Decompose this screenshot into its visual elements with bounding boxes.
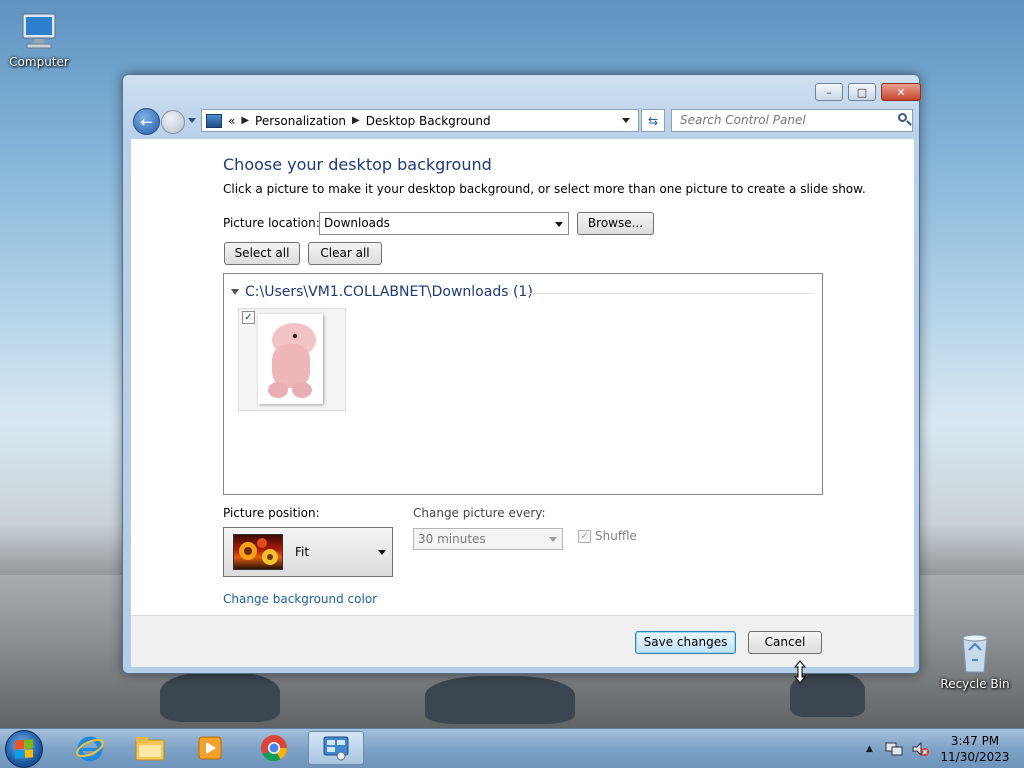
network-icon[interactable] xyxy=(885,741,903,757)
taskbar-clock[interactable]: 3:47 PM 11/30/2023 xyxy=(936,733,1014,765)
page-description: Click a picture to make it your desktop … xyxy=(223,182,866,196)
chevron-down-icon xyxy=(378,550,386,555)
change-background-color-link[interactable]: Change background color xyxy=(223,592,377,606)
close-icon: ✕ xyxy=(896,85,906,99)
picture-position-label: Picture position: xyxy=(223,506,320,520)
picture-position-value: Fit xyxy=(295,545,310,559)
forward-button[interactable] xyxy=(161,110,185,134)
breadcrumb-separator-icon[interactable]: ▶ xyxy=(241,115,249,126)
breadcrumb-personalization[interactable]: Personalization xyxy=(255,114,346,128)
volume-muted-icon[interactable] xyxy=(911,741,929,757)
wallpaper-rock xyxy=(425,676,575,724)
shuffle-option[interactable]: ✓ Shuffle xyxy=(578,529,637,543)
internet-explorer-icon xyxy=(76,736,104,762)
maximize-icon: □ xyxy=(856,85,868,99)
picture-gallery[interactable]: C:\Users\VM1.COLLABNET\Downloads (1) ✓ xyxy=(223,273,823,495)
start-button[interactable] xyxy=(5,730,43,768)
taskbar-control-panel[interactable] xyxy=(308,731,364,765)
desktop-icon-label: Computer xyxy=(9,55,69,69)
maximize-button[interactable]: □ xyxy=(848,83,876,101)
breadcrumb-desktop-background[interactable]: Desktop Background xyxy=(366,114,491,128)
desktop-icon-computer[interactable]: Computer xyxy=(4,12,74,69)
content-pane: Choose your desktop background Click a p… xyxy=(131,139,914,615)
picture-location-value: Downloads xyxy=(324,216,390,230)
desktop-icon-label: Recycle Bin xyxy=(940,677,1010,691)
picture-image xyxy=(258,314,323,404)
recycle-bin-icon xyxy=(962,634,988,673)
system-tray: ▲ xyxy=(866,729,929,769)
recent-pages-dropdown[interactable] xyxy=(188,118,196,123)
picture-checkbox[interactable]: ✓ xyxy=(242,311,255,324)
chrome-icon xyxy=(261,735,288,762)
clock-time: 3:47 PM xyxy=(950,734,1000,748)
chevron-down-icon xyxy=(549,537,557,542)
media-player-icon xyxy=(198,736,222,760)
collapse-triangle-icon[interactable] xyxy=(231,289,239,295)
browse-button[interactable]: Browse... xyxy=(577,212,654,235)
change-picture-every-select[interactable]: 30 minutes xyxy=(413,528,563,550)
show-hidden-icons-icon[interactable]: ▲ xyxy=(866,744,873,754)
back-button[interactable]: ← xyxy=(133,108,160,135)
file-explorer-icon xyxy=(135,737,165,761)
chevron-down-icon xyxy=(555,222,563,227)
picture-location-select[interactable]: Downloads xyxy=(319,212,569,235)
select-all-button[interactable]: Select all xyxy=(224,242,300,265)
search-icon xyxy=(898,113,907,122)
refresh-button[interactable]: ⇆ xyxy=(641,109,665,132)
save-changes-button[interactable]: Save changes xyxy=(635,631,736,654)
cancel-button[interactable]: Cancel xyxy=(748,631,822,654)
shuffle-label: Shuffle xyxy=(595,529,637,543)
arrow-left-icon: ← xyxy=(140,112,153,131)
wallpaper-rock xyxy=(160,672,280,722)
gallery-group-title: C:\Users\VM1.COLLABNET\Downloads (1) xyxy=(245,284,533,300)
clock-date: 11/30/2023 xyxy=(940,750,1010,764)
flower-image xyxy=(239,538,278,565)
shuffle-checkbox[interactable]: ✓ xyxy=(578,529,591,543)
windows-logo-icon xyxy=(15,739,33,759)
control-panel-icon xyxy=(206,113,222,128)
change-picture-every-label: Change picture every: xyxy=(413,506,546,520)
refresh-icon: ⇆ xyxy=(647,113,659,128)
search-button[interactable] xyxy=(893,109,913,132)
taskbar-media-player[interactable] xyxy=(182,731,238,765)
control-panel-icon xyxy=(323,736,349,761)
group-divider xyxy=(524,293,814,294)
picture-location-label: Picture location: xyxy=(223,216,320,230)
picture-preview xyxy=(258,314,323,404)
page-title: Choose your desktop background xyxy=(223,155,492,174)
picture-thumbnail[interactable]: ✓ xyxy=(238,308,346,411)
resize-cursor-icon xyxy=(794,660,806,684)
address-overflow[interactable]: « xyxy=(228,114,235,128)
taskbar-chrome[interactable] xyxy=(246,731,302,765)
desktop-icon-recycle-bin[interactable]: Recycle Bin xyxy=(940,632,1010,691)
breadcrumb-separator-icon[interactable]: ▶ xyxy=(352,115,360,126)
taskbar: ▲ 3:47 PM 11/30/2023 xyxy=(0,728,1024,768)
address-bar[interactable]: « ▶ Personalization ▶ Desktop Background xyxy=(201,109,639,132)
change-picture-every-value: 30 minutes xyxy=(418,532,486,546)
computer-icon xyxy=(22,13,56,49)
search-input[interactable]: Search Control Panel xyxy=(671,109,913,132)
minimize-button[interactable]: – xyxy=(815,83,843,101)
gallery-group-header[interactable]: C:\Users\VM1.COLLABNET\Downloads (1) xyxy=(231,284,533,300)
close-button[interactable]: ✕ xyxy=(881,83,921,101)
chevron-down-icon[interactable] xyxy=(622,118,630,123)
clear-all-button[interactable]: Clear all xyxy=(308,242,382,265)
taskbar-internet-explorer[interactable] xyxy=(62,731,118,765)
minimize-icon: – xyxy=(826,85,832,99)
position-preview-image xyxy=(233,534,283,570)
taskbar-file-explorer[interactable] xyxy=(122,731,178,765)
desktop-background-window: – □ ✕ ← « ▶ Personalization ▶ Desktop Ba… xyxy=(122,74,921,674)
picture-position-select[interactable]: Fit xyxy=(223,527,393,577)
